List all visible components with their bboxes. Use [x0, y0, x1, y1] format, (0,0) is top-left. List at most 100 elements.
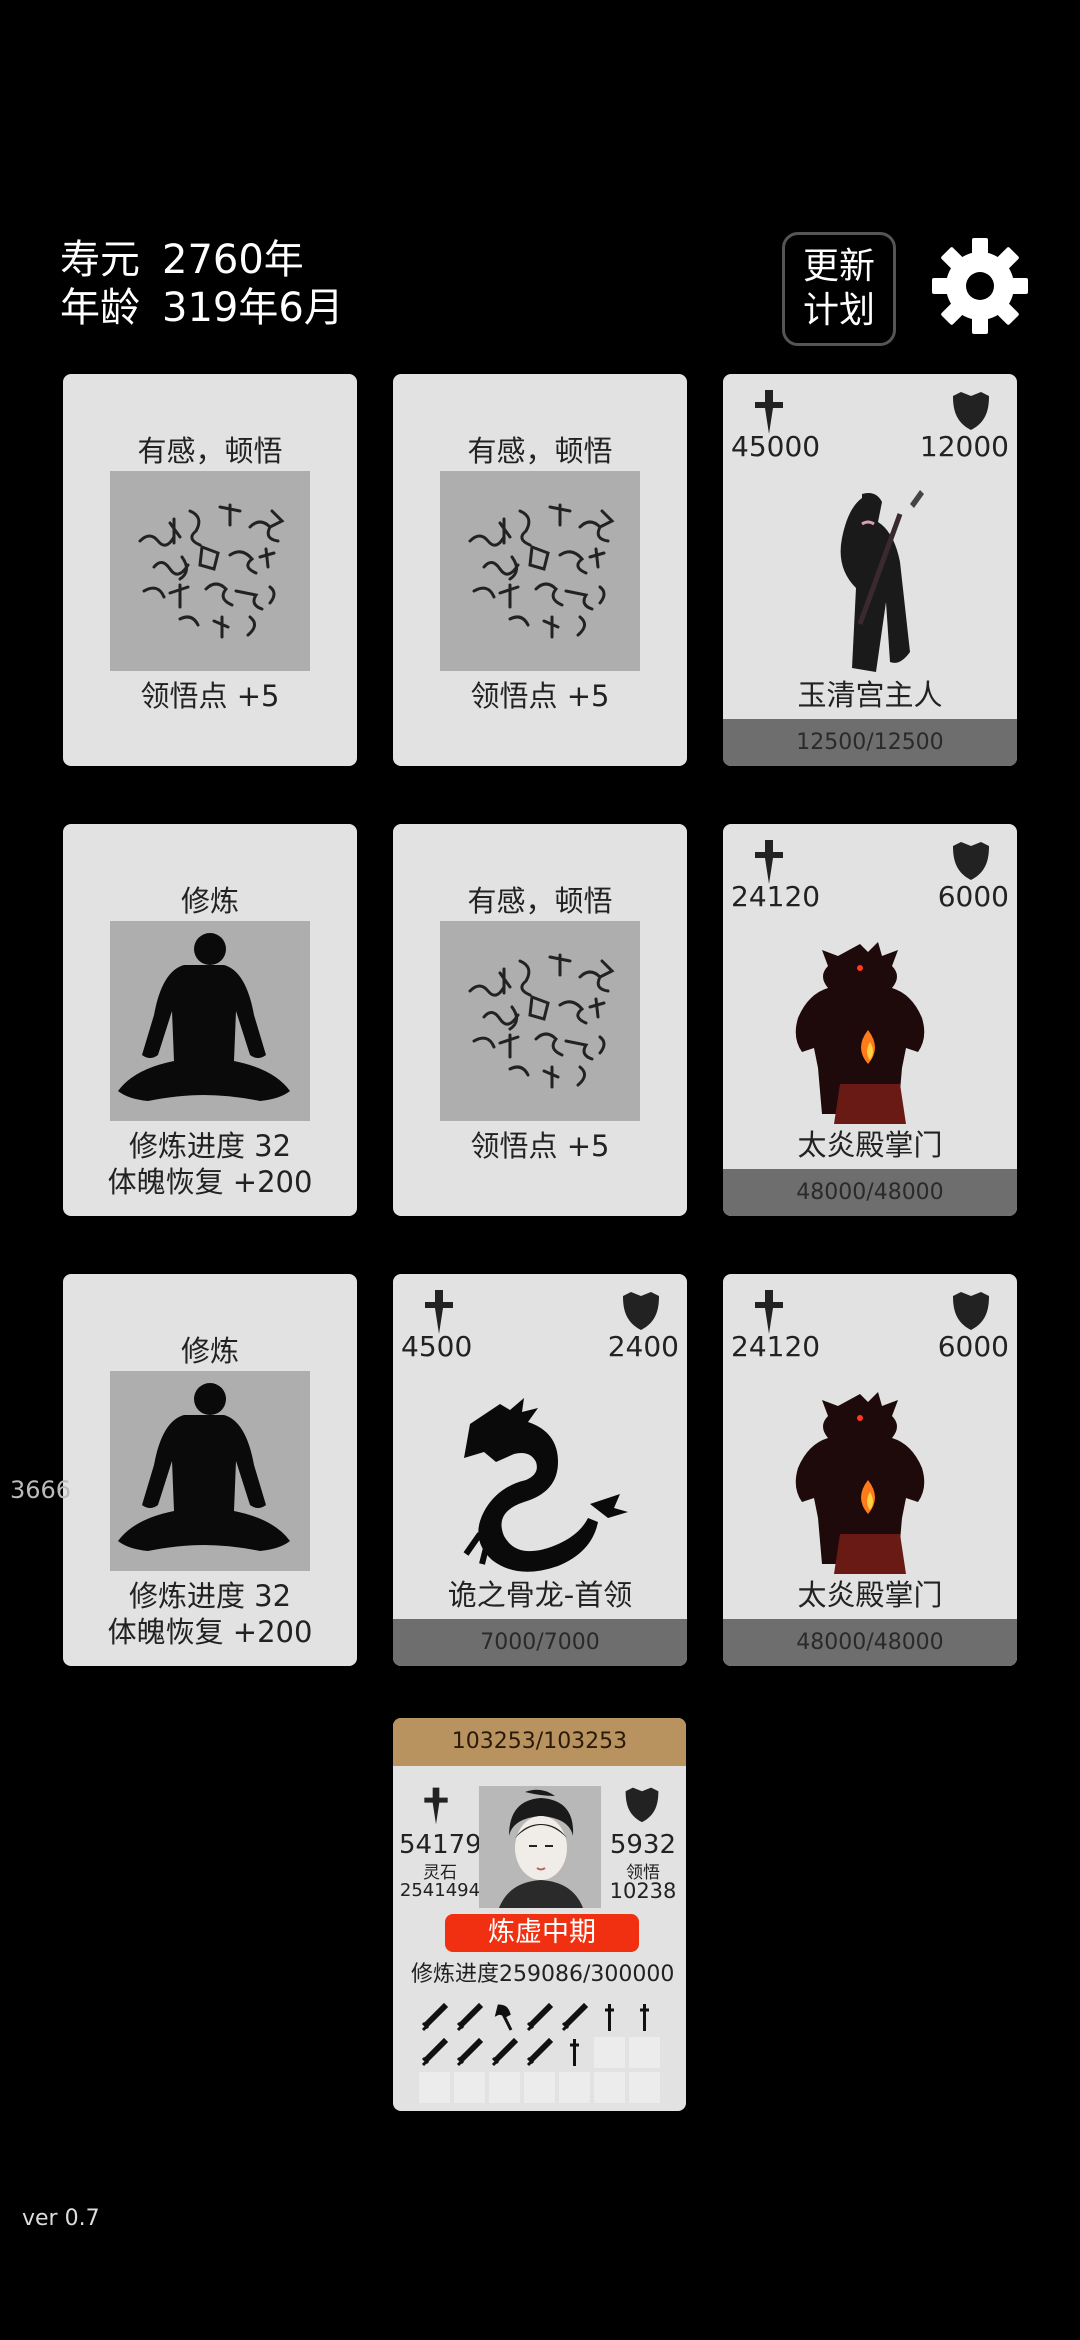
enemy-hp-bar: 12500/12500 — [723, 719, 1017, 766]
event-card-enlightenment[interactable]: 有感，顿悟 领悟点 +5 — [393, 824, 687, 1216]
dagger-icon[interactable] — [559, 2037, 590, 2068]
lingshi-value: 2541494 — [399, 1880, 481, 1901]
sword-icon[interactable] — [524, 2037, 555, 2068]
side-counter: 3666 — [10, 1476, 72, 1504]
dagger-icon[interactable] — [629, 2002, 660, 2033]
sword-icon — [424, 1787, 448, 1825]
enemy-defense: 2400 — [607, 1330, 679, 1363]
lifespan-value: 2760年 — [162, 237, 304, 283]
card-line2: 体魄恢复 +200 — [107, 1165, 313, 1199]
bone-dragon-art — [463, 1398, 628, 1572]
cultivation-progress: 修炼进度259086/300000 — [411, 1956, 674, 1988]
enemy-name: 玉清宫主人 — [797, 678, 943, 712]
card-effect: 领悟点 +5 — [63, 678, 357, 714]
lingshi-stat: 灵石 2541494 — [399, 1864, 481, 1900]
lingwu-value: 10238 — [609, 1879, 677, 1903]
enemy-name: 太炎殿掌门 — [797, 1128, 943, 1162]
update-plan-line1: 更新 — [802, 246, 875, 287]
enemy-hp-bar: 48000/48000 — [723, 1169, 1017, 1216]
card-line2: 体魄恢复 +200 — [107, 1615, 313, 1649]
sword-icon[interactable] — [489, 2037, 520, 2068]
sword-icon[interactable] — [454, 2037, 485, 2068]
shield-icon — [953, 1292, 989, 1330]
card-title: 有感，顿悟 — [467, 884, 613, 918]
scribble-glyphs-art — [110, 471, 310, 671]
progress-label: 修炼进度 — [411, 1962, 500, 1987]
empty-slot[interactable] — [489, 2072, 520, 2103]
event-card-cultivation[interactable]: 修炼 修炼进度 32 体魄恢复 +200 — [63, 824, 357, 1216]
enemy-hp-bar: 7000/7000 — [393, 1619, 687, 1666]
empty-slot[interactable] — [559, 2072, 590, 2103]
empty-slot[interactable] — [419, 2072, 450, 2103]
shield-icon — [953, 842, 989, 880]
enemy-defense: 6000 — [937, 880, 1009, 913]
card-line1: 修炼进度 32 — [128, 1129, 292, 1163]
sword-icon — [755, 1290, 783, 1334]
enemy-defense: 12000 — [919, 430, 1009, 463]
card-effect: 修炼进度 32 体魄恢复 +200 — [63, 1128, 357, 1200]
progress-value: 259086/300000 — [499, 1962, 675, 1987]
card-effect: 修炼进度 32 体魄恢复 +200 — [63, 1578, 357, 1650]
event-card-enlightenment[interactable]: 有感，顿悟 领悟点 +5 — [63, 374, 357, 766]
player-attack: 54179 — [399, 1830, 482, 1860]
sword-icon — [425, 1290, 453, 1334]
update-plan-button[interactable]: 更新 计划 — [782, 232, 896, 346]
player-defense: 5932 — [609, 1830, 676, 1860]
card-line1: 领悟点 +5 — [470, 1129, 610, 1163]
flame-demon-art — [795, 1392, 925, 1574]
empty-slot[interactable] — [629, 2037, 660, 2068]
axe-icon[interactable] — [489, 2002, 520, 2033]
card-line1: 修炼进度 32 — [128, 1579, 292, 1613]
card-title: 有感，顿悟 — [467, 434, 613, 468]
lifespan-label: 寿元 — [60, 237, 140, 283]
card-line1: 领悟点 +5 — [140, 679, 280, 713]
enemy-name: 诡之骨龙-首领 — [447, 1578, 633, 1612]
empty-slot[interactable] — [629, 2072, 660, 2103]
enemy-card[interactable]: 24120 6000 太炎殿掌门 48000/48000 — [723, 1274, 1017, 1666]
empty-slot[interactable] — [524, 2072, 555, 2103]
realm-badge: 炼虚中期 — [445, 1914, 639, 1952]
sword-icon[interactable] — [454, 2002, 485, 2033]
player-card[interactable]: 103253/103253 54179 5932 灵石 2541494 领悟 1… — [393, 1718, 686, 2111]
lifespan-stat: 寿元 2760年 — [60, 236, 304, 284]
enemy-hp-bar: 48000/48000 — [723, 1619, 1017, 1666]
enemy-name: 太炎殿掌门 — [797, 1578, 943, 1612]
enemy-defense: 6000 — [937, 1330, 1009, 1363]
sword-icon[interactable] — [419, 2037, 450, 2068]
shield-icon — [953, 392, 989, 430]
enemy-card[interactable]: 4500 2400 诡之骨龙-首领 7000/7000 — [393, 1274, 687, 1666]
robed-cultivator-art — [840, 490, 924, 672]
card-effect: 领悟点 +5 — [393, 1128, 687, 1164]
shield-icon — [623, 1292, 659, 1330]
empty-slot[interactable] — [454, 2072, 485, 2103]
card-title: 有感，顿悟 — [137, 434, 283, 468]
card-title: 修炼 — [180, 1334, 239, 1368]
enemy-card[interactable]: 45000 12000 玉清宫主人 12500/12500 — [723, 374, 1017, 766]
age-value: 319年6月 — [162, 285, 344, 331]
age-label: 年龄 — [60, 285, 140, 331]
enemy-attack: 24120 — [731, 1330, 821, 1363]
player-hp-bar: 103253/103253 — [393, 1718, 686, 1766]
avatar — [479, 1786, 601, 1908]
meditating-figure-art — [110, 1371, 310, 1571]
sword-icon — [755, 390, 783, 434]
event-card-cultivation[interactable]: 修炼 修炼进度 32 体魄恢复 +200 — [63, 1274, 357, 1666]
age-stat: 年龄 319年6月 — [60, 284, 344, 332]
update-plan-line2: 计划 — [802, 290, 875, 331]
empty-slot[interactable] — [594, 2072, 625, 2103]
enemy-card[interactable]: 24120 6000 太炎殿掌门 48000/48000 — [723, 824, 1017, 1216]
card-line1: 领悟点 +5 — [470, 679, 610, 713]
card-effect: 领悟点 +5 — [393, 678, 687, 714]
dagger-icon[interactable] — [594, 2002, 625, 2033]
sword-icon[interactable] — [524, 2002, 555, 2033]
lingwu-stat: 领悟 10238 — [603, 1864, 683, 1903]
empty-slot[interactable] — [594, 2037, 625, 2068]
flame-demon-art — [795, 942, 925, 1124]
meditating-figure-art — [110, 921, 310, 1121]
sword-icon[interactable] — [419, 2002, 450, 2033]
gear-icon[interactable] — [930, 236, 1030, 336]
event-card-enlightenment[interactable]: 有感，顿悟 领悟点 +5 — [393, 374, 687, 766]
sword-icon[interactable] — [559, 2002, 590, 2033]
enemy-attack: 45000 — [731, 430, 821, 463]
enemy-attack: 24120 — [731, 880, 821, 913]
